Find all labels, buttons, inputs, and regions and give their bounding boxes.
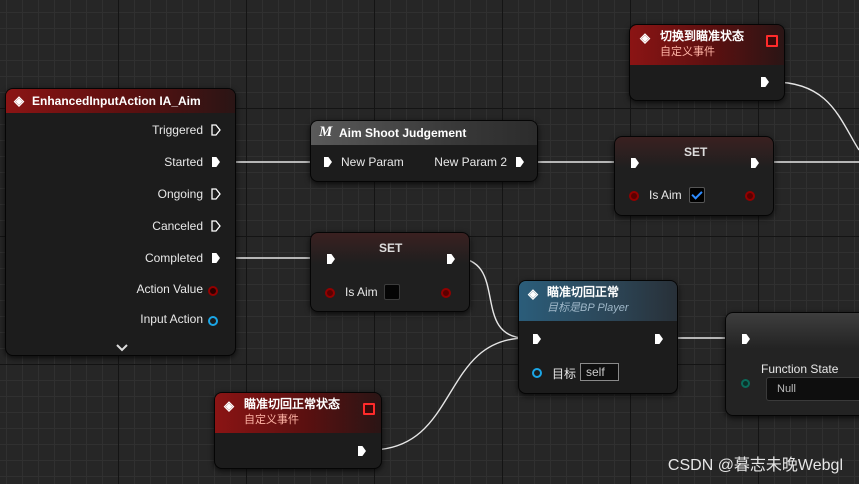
exec-pin-in[interactable] — [533, 334, 541, 344]
pin-label-target: 目标 — [552, 367, 577, 381]
pin-label-action-value: Action Value — [136, 282, 204, 296]
node-title: Aim Shoot Judgement — [339, 126, 467, 140]
exec-pin-out[interactable] — [655, 334, 663, 344]
set-title: SET — [684, 145, 708, 159]
exec-pin-in[interactable] — [324, 157, 332, 167]
watermark: CSDN @暮志未晚Webgl — [667, 457, 843, 474]
bool-pin-out[interactable] — [441, 288, 451, 298]
enhanced-input-action-node[interactable]: ◈ EnhancedInputAction IA_Aim Triggered S… — [5, 88, 236, 356]
node-subtitle: 自定义事件 — [244, 414, 299, 426]
exec-pin-ongoing[interactable] — [211, 188, 221, 200]
pin-label-function-state: Function State — [761, 362, 839, 376]
var-label-is-aim: Is Aim — [345, 285, 378, 299]
delegate-pin[interactable] — [363, 403, 375, 415]
exec-pin-out[interactable] — [447, 254, 455, 264]
exec-pin-started[interactable] — [212, 157, 220, 167]
set-is-aim-true-node[interactable]: SET Is Aim — [614, 136, 774, 216]
pin-label-new-param-2: New Param 2 — [434, 155, 507, 169]
node-header[interactable]: M Aim Shoot Judgement — [311, 121, 537, 145]
exec-pin-triggered[interactable] — [211, 124, 221, 136]
exec-pin-canceled[interactable] — [211, 220, 221, 232]
chevron-down-icon[interactable] — [116, 339, 128, 355]
wire-restore-event-to-restore-fn — [369, 337, 527, 451]
pin-label-ongoing: Ongoing — [157, 187, 203, 201]
var-label-is-aim: Is Aim — [649, 188, 682, 202]
delegate-pin[interactable] — [766, 35, 778, 47]
node-header[interactable]: ◈ 瞄准切回正常 目标是BP Player — [519, 281, 677, 321]
exec-pin-out[interactable] — [761, 77, 769, 87]
pin-label-canceled: Canceled — [152, 219, 203, 233]
pin-label-completed: Completed — [144, 251, 203, 265]
event-diamond-icon: ◈ — [224, 398, 234, 413]
exec-pin-out[interactable] — [516, 157, 524, 167]
bool-pin-in[interactable] — [629, 191, 639, 201]
struct-pin-function-state[interactable] — [741, 379, 750, 388]
pin-label-new-param: New Param — [341, 155, 404, 169]
pin-label-input-action: Input Action — [140, 312, 203, 326]
exec-pin-in[interactable] — [631, 158, 639, 168]
node-subtitle-target: BP Player — [580, 302, 629, 314]
function-state-dropdown[interactable]: Null — [766, 377, 859, 401]
restore-normal-event-node[interactable]: ◈ 瞄准切回正常状态 自定义事件 — [214, 392, 382, 469]
object-pin-target[interactable] — [532, 368, 542, 378]
node-title: EnhancedInputAction IA_Aim — [32, 94, 201, 108]
bool-pin-in[interactable] — [325, 288, 335, 298]
node-header[interactable]: ◈ EnhancedInputAction IA_Aim — [6, 89, 235, 113]
event-diamond-icon: ◈ — [640, 30, 650, 45]
is-aim-checkbox[interactable] — [384, 284, 400, 300]
wire-switch-event-out — [772, 81, 859, 151]
bool-pin-action-value[interactable] — [208, 286, 218, 296]
aim-shoot-judgement-node[interactable]: M Aim Shoot Judgement New Param New Para… — [310, 120, 538, 182]
exec-pin-completed[interactable] — [212, 253, 220, 263]
exec-pin-out[interactable] — [751, 158, 759, 168]
pin-label-triggered: Triggered — [152, 123, 203, 137]
switch-to-aim-event-node[interactable]: ◈ 切换到瞄准状态 自定义事件 — [629, 24, 785, 101]
exec-pin-out[interactable] — [358, 446, 366, 456]
set-title: SET — [379, 241, 403, 255]
node-subtitle-prefix: 目标是 — [547, 302, 580, 314]
node-title: 瞄准切回正常 — [547, 285, 620, 299]
macro-icon: M — [319, 124, 333, 140]
function-icon: ◈ — [528, 286, 538, 301]
node-title: 瞄准切回正常状态 — [244, 397, 341, 411]
exec-pin-in[interactable] — [327, 254, 335, 264]
set-is-aim-false-node[interactable]: SET Is Aim — [310, 232, 470, 312]
target-self-input[interactable]: self — [580, 363, 619, 381]
node-header[interactable]: ◈ 切换到瞄准状态 自定义事件 — [630, 25, 784, 65]
exec-pin-in[interactable] — [742, 334, 750, 344]
restore-normal-function-node[interactable]: ◈ 瞄准切回正常 目标是BP Player 目标 self — [518, 280, 678, 394]
pin-label-started: Started — [164, 155, 203, 169]
node-header[interactable]: ◈ 瞄准切回正常状态 自定义事件 — [215, 393, 381, 433]
event-diamond-icon: ◈ — [14, 93, 24, 108]
is-aim-checkbox[interactable] — [689, 187, 705, 203]
function-state-node[interactable]: Function State Null — [725, 312, 859, 416]
bool-pin-out[interactable] — [745, 191, 755, 201]
object-pin-input-action[interactable] — [208, 316, 218, 326]
